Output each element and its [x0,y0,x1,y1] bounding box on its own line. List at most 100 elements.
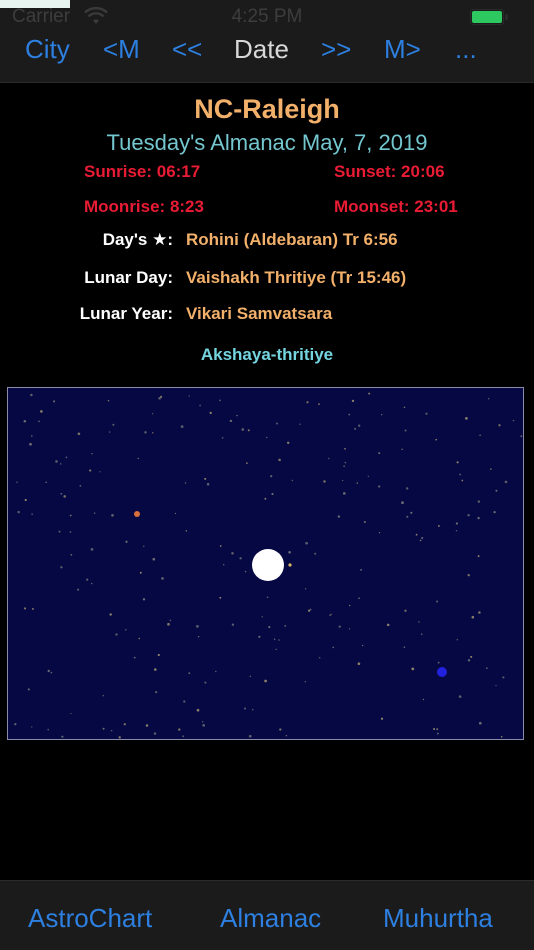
next-day-button[interactable]: >> [321,32,351,66]
star [455,529,458,532]
sky-map[interactable] [7,387,524,740]
star [264,497,267,500]
star [142,598,146,601]
star [86,578,89,581]
star [479,434,481,436]
star [59,463,62,465]
festival-label: Akshaya-thritiye [200,345,334,364]
star [50,671,53,674]
star [358,424,361,427]
star [502,676,505,679]
star [241,428,245,431]
star [247,429,250,432]
star [415,533,418,536]
star [478,721,482,725]
star [204,681,207,684]
tab-almanac[interactable]: Almanac [220,903,321,934]
lunar-year-label: Lunar Year: [79,304,173,323]
star [361,644,364,647]
star [47,669,50,673]
star [495,489,498,492]
star [284,624,287,627]
star [323,480,326,483]
star [401,448,403,450]
star [61,735,64,738]
star [65,456,68,459]
star [422,698,425,701]
star [348,628,351,630]
star [459,473,462,476]
sunrise-time: Sunrise: 06:17 [84,162,201,181]
star [55,460,58,463]
star [520,435,523,438]
city-button[interactable]: City [25,32,70,66]
star [465,417,468,420]
star [239,557,242,560]
star [93,512,96,514]
star [406,515,409,518]
star [70,553,73,556]
star [419,539,422,542]
star [143,545,145,547]
star [467,514,470,517]
prev-day-button[interactable]: << [172,32,202,66]
star [196,625,199,628]
almanac-date: Tuesday's Almanac May, 7, 2019 [106,130,428,155]
star [99,471,101,473]
star [77,588,80,591]
star [268,626,271,629]
star [183,700,186,703]
tab-astrochart[interactable]: AstroChart [28,903,152,934]
star [471,615,475,619]
star [180,425,184,428]
star [279,728,282,731]
star [486,667,488,669]
star [332,646,335,649]
star [328,457,330,460]
blue-planet [437,667,447,677]
star [288,550,291,554]
more-button[interactable]: ... [455,32,477,66]
star [115,633,118,636]
star [258,635,261,638]
star [118,736,121,739]
star [155,691,158,694]
star [418,621,420,623]
star [185,530,188,532]
star [219,596,222,599]
star [188,395,190,397]
star [270,475,273,478]
star [137,457,139,460]
star [357,662,361,666]
star [477,500,481,503]
star [307,609,311,612]
star [266,436,268,439]
star [329,614,331,616]
star [504,480,508,484]
star [343,465,345,467]
star [31,726,33,728]
prev-month-button[interactable]: <M [103,32,140,66]
star [153,668,157,671]
star [47,728,49,731]
star [221,436,224,439]
sky-map-canvas [14,392,523,739]
star [209,411,212,415]
star [151,413,154,415]
star [29,442,32,446]
star [102,727,105,730]
star [184,482,187,484]
star [31,607,34,610]
next-month-button[interactable]: M> [384,32,421,66]
nav-title: Date [234,34,289,64]
star [436,600,439,603]
star [381,414,383,416]
star [436,732,439,735]
star [152,557,156,561]
star [215,670,217,673]
star [70,712,72,715]
star [133,656,136,659]
star [202,721,204,723]
star [249,675,251,678]
tab-muhurtha[interactable]: Muhurtha [383,903,493,934]
